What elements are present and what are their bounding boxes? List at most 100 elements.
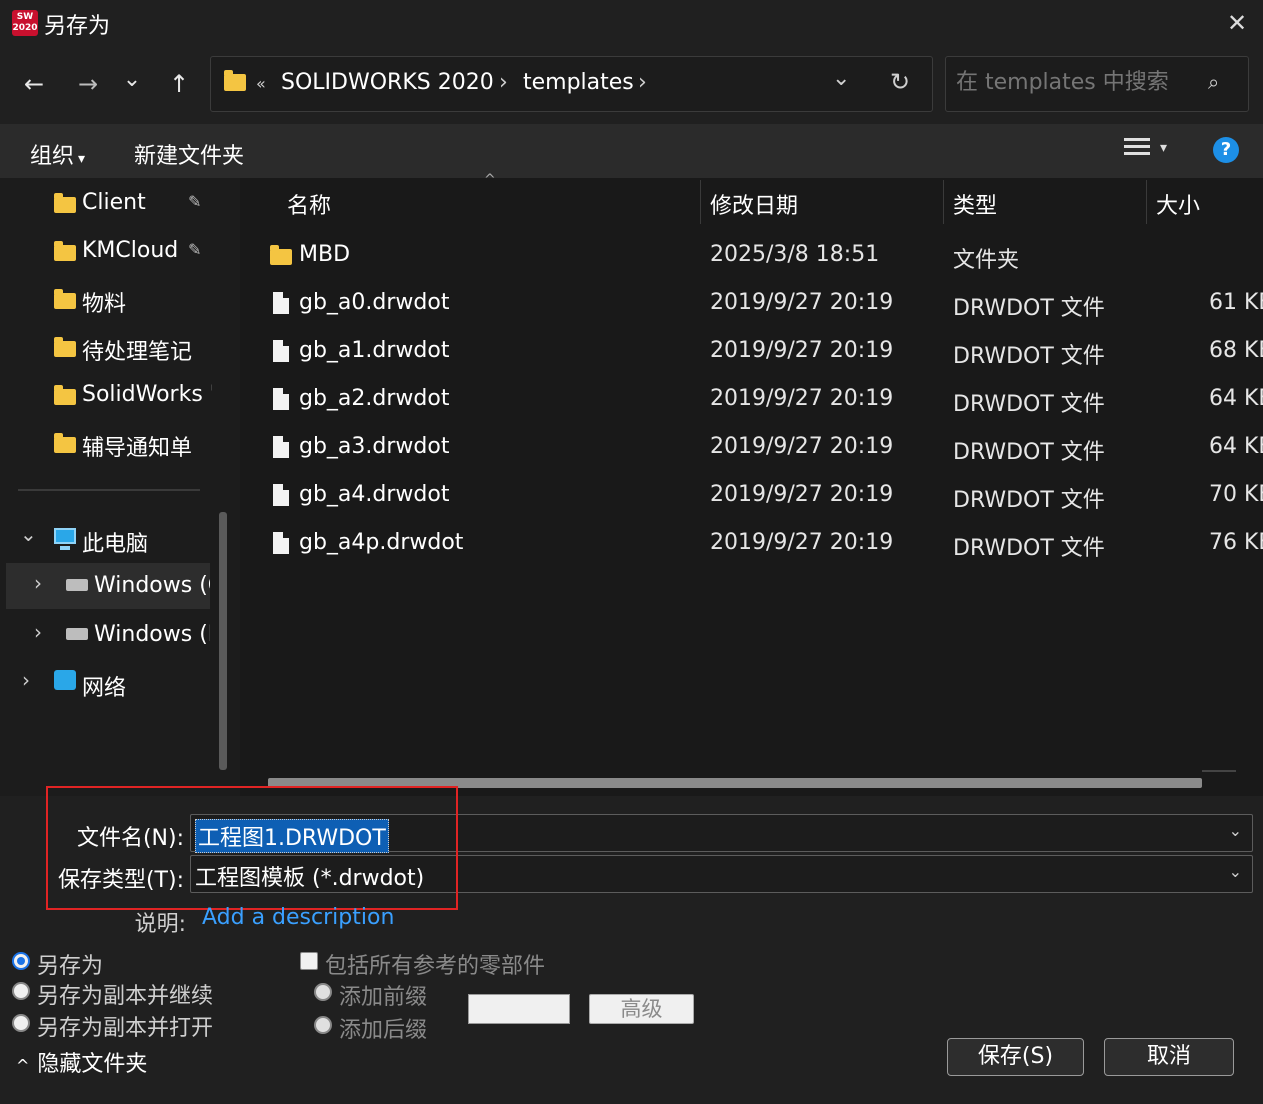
folder-icon <box>270 245 292 265</box>
chevron-down-icon: ⌄ <box>122 67 142 92</box>
sidebar-item-drive-c[interactable]: › Windows (C <box>6 563 210 609</box>
sidebar-item-client[interactable]: Client ✎ <box>0 180 212 226</box>
arrow-up-icon: ↑ <box>168 70 190 98</box>
arrow-right-icon: → <box>77 70 99 98</box>
folder-icon <box>224 70 246 91</box>
pin-icon: ✎ <box>188 240 202 259</box>
search-icon[interactable]: ⌕ <box>1208 70 1219 94</box>
chevron-down-icon[interactable]: ▾ <box>1160 140 1167 156</box>
table-row[interactable]: gb_a0.drwdot 2019/9/27 20:19 DRWDOT 文件 6… <box>240 282 1263 326</box>
sidebar-item-kmcloud[interactable]: KMCloud ✎ <box>0 228 212 274</box>
table-row[interactable]: gb_a2.drwdot 2019/9/27 20:19 DRWDOT 文件 6… <box>240 378 1263 422</box>
radio-button[interactable] <box>12 982 30 1000</box>
breadcrumb-item-templates[interactable]: templates <box>523 70 634 95</box>
radio-add-suffix[interactable]: 添加后缀 <box>314 1014 444 1043</box>
table-row[interactable]: gb_a1.drwdot 2019/9/27 20:19 DRWDOT 文件 6… <box>240 330 1263 374</box>
folder-icon <box>54 337 76 357</box>
radio-button[interactable] <box>314 1016 332 1034</box>
nav-scrollbar[interactable] <box>219 512 227 770</box>
chevron-down-icon[interactable]: ⌄ <box>1229 821 1242 840</box>
help-icon[interactable]: ? <box>1213 137 1239 163</box>
save-button[interactable]: 保存(S) <box>947 1038 1084 1076</box>
computer-icon <box>54 528 76 550</box>
add-description-link[interactable]: Add a description <box>202 905 394 930</box>
breadcrumb-overflow[interactable]: « <box>256 74 266 93</box>
window-title: 另存为 <box>44 14 111 39</box>
table-row[interactable]: gb_a4.drwdot 2019/9/27 20:19 DRWDOT 文件 7… <box>240 474 1263 518</box>
organize-menu[interactable]: 组织 ▾ <box>30 138 85 170</box>
sidebar-item-tutoring-notice[interactable]: 辅导通知单 <box>0 420 212 466</box>
chevron-right-icon[interactable]: › <box>34 571 42 595</box>
sort-ascending-icon: ^ <box>484 172 496 188</box>
chevron-up-icon: ^ <box>16 1056 30 1075</box>
column-divider[interactable] <box>700 180 701 224</box>
file-icon <box>273 436 289 458</box>
chevron-down-icon[interactable]: ⌄ <box>20 522 37 546</box>
file-icon <box>273 340 289 362</box>
chevron-down-icon: ▾ <box>78 151 86 167</box>
radio-save-copy-open[interactable]: 另存为副本并打开 <box>12 1012 242 1041</box>
folder-icon <box>54 241 76 261</box>
file-icon <box>273 388 289 410</box>
back-button[interactable]: ← <box>14 64 54 104</box>
cancel-button[interactable]: 取消 <box>1104 1038 1234 1076</box>
network-icon <box>54 670 76 690</box>
radio-button[interactable] <box>314 983 332 1001</box>
sidebar-item-this-pc[interactable]: ⌄ 此电脑 <box>0 516 212 562</box>
sidebar-item-pending-notes[interactable]: 待处理笔记 <box>0 324 212 370</box>
forward-button[interactable]: → <box>68 64 108 104</box>
sidebar-item-network[interactable]: › 网络 <box>0 660 212 706</box>
radio-button[interactable] <box>12 1014 30 1032</box>
breadcrumb-item-solidworks-2020[interactable]: SOLIDWORKS 2020 <box>281 70 494 95</box>
radio-save-copy-continue[interactable]: 另存为副本并继续 <box>12 980 242 1009</box>
up-button[interactable]: ↑ <box>159 64 199 104</box>
close-button[interactable]: ✕ <box>1216 4 1258 42</box>
table-row[interactable]: MBD 2025/3/8 18:51 文件夹 <box>240 234 1263 278</box>
drive-icon <box>66 628 88 640</box>
chevron-right-icon[interactable]: › <box>22 668 30 692</box>
breadcrumb-separator[interactable]: › <box>499 70 508 95</box>
file-icon <box>273 532 289 554</box>
new-folder-button[interactable]: 新建文件夹 <box>134 138 244 170</box>
radio-add-prefix[interactable]: 添加前缀 <box>314 981 444 1010</box>
nav-divider <box>18 489 200 491</box>
column-header-name[interactable]: 名称 <box>287 188 331 220</box>
chevron-down-icon[interactable]: ⌄ <box>1229 862 1242 881</box>
column-divider[interactable] <box>943 180 944 224</box>
recent-locations-button[interactable]: ⌄ <box>112 60 152 100</box>
chevron-down-icon: ⌄ <box>832 66 851 91</box>
hide-folders-toggle[interactable]: ^ 隐藏文件夹 <box>16 1046 147 1078</box>
radio-save-as[interactable]: 另存为 <box>12 950 242 979</box>
column-divider[interactable] <box>1146 180 1147 224</box>
column-header-modified[interactable]: 修改日期 <box>710 188 798 220</box>
advanced-button[interactable]: 高级 <box>589 994 694 1024</box>
refresh-button[interactable]: ↻ <box>890 68 910 96</box>
file-icon <box>273 292 289 314</box>
pin-icon: ✎ <box>188 192 202 211</box>
include-references-checkbox[interactable]: 包括所有参考的零部件 <box>300 950 560 979</box>
drive-icon <box>66 579 88 591</box>
column-header-type[interactable]: 类型 <box>953 188 997 220</box>
folder-icon <box>54 433 76 453</box>
breadcrumb-separator[interactable]: › <box>638 70 647 95</box>
scroll-end-marker <box>1202 770 1236 772</box>
arrow-left-icon: ← <box>23 70 45 98</box>
column-header-size[interactable]: 大小 <box>1156 188 1200 220</box>
radio-button[interactable] <box>12 952 30 970</box>
address-dropdown-button[interactable]: ⌄ <box>832 66 850 91</box>
chevron-right-icon[interactable]: › <box>34 620 42 644</box>
close-icon: ✕ <box>1226 9 1248 37</box>
annotation-highlight-box <box>46 786 458 910</box>
table-row[interactable]: gb_a3.drwdot 2019/9/27 20:19 DRWDOT 文件 6… <box>240 426 1263 470</box>
sidebar-item-materials[interactable]: 物料 <box>0 276 212 322</box>
checkbox[interactable] <box>300 952 318 970</box>
solidworks-logo-icon: SW 2020 <box>12 10 38 36</box>
search-input[interactable] <box>956 70 1196 95</box>
table-row[interactable]: gb_a4p.drwdot 2019/9/27 20:19 DRWDOT 文件 … <box>240 522 1263 566</box>
sidebar-item-drive-d[interactable]: › Windows (I <box>6 612 210 658</box>
file-icon <box>273 484 289 506</box>
sidebar-item-solidworks[interactable]: SolidWorks ' <box>0 372 212 418</box>
title-bar <box>0 0 1263 46</box>
view-options-icon[interactable] <box>1124 138 1150 162</box>
prefix-suffix-input[interactable] <box>468 994 570 1024</box>
